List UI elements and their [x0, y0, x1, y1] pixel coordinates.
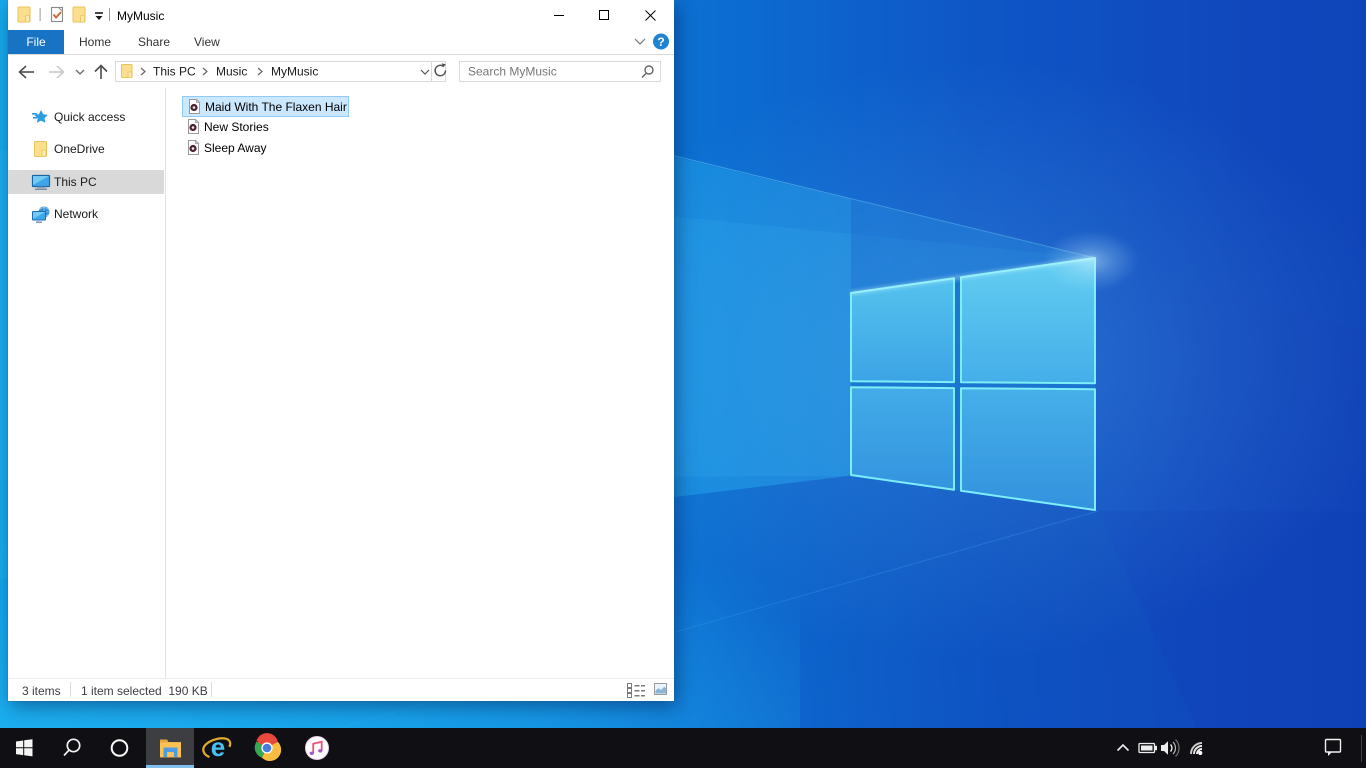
svg-text:Music: Music: [216, 65, 247, 79]
svg-text:Search MyMusic: Search MyMusic: [468, 65, 557, 79]
svg-text:e: e: [211, 732, 225, 762]
svg-text:This PC: This PC: [153, 65, 196, 79]
svg-text:MyMusic: MyMusic: [271, 65, 318, 79]
svg-text:?: ?: [657, 35, 664, 49]
